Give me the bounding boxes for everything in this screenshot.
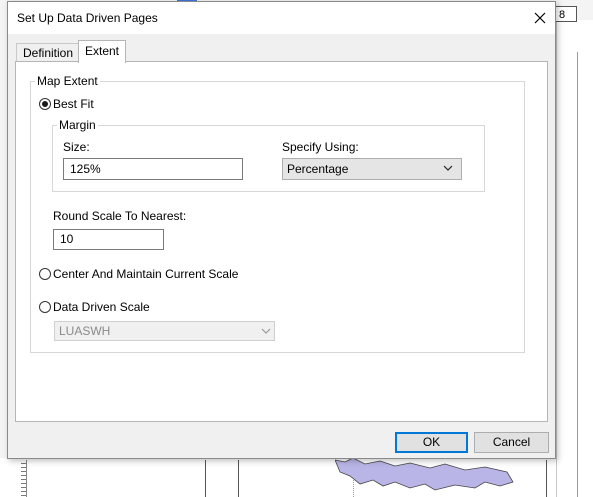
dialog-title: Set Up Data Driven Pages bbox=[17, 11, 158, 25]
specify-using-label: Specify Using: bbox=[282, 140, 359, 154]
size-input[interactable]: 125% bbox=[63, 158, 243, 180]
data-driven-scale-field-dropdown[interactable]: LUASWH bbox=[54, 321, 275, 341]
center-maintain-radio-circle[interactable] bbox=[39, 268, 51, 280]
cancel-button[interactable]: Cancel bbox=[474, 432, 549, 453]
best-fit-radio-circle[interactable] bbox=[39, 98, 51, 110]
chevron-down-icon bbox=[443, 165, 453, 171]
background-guide-line bbox=[205, 460, 206, 497]
ok-button[interactable]: OK bbox=[395, 432, 468, 453]
background-layout-page-edge bbox=[556, 20, 593, 497]
background-guide-line bbox=[238, 460, 239, 497]
radio-selected-dot bbox=[42, 101, 48, 107]
best-fit-label: Best Fit bbox=[53, 97, 94, 111]
close-icon bbox=[534, 12, 546, 24]
setup-data-driven-pages-dialog: Set Up Data Driven Pages Definition Exte… bbox=[7, 1, 556, 459]
specify-using-dropdown[interactable]: Percentage bbox=[282, 158, 462, 180]
center-maintain-scale-radio[interactable]: Center And Maintain Current Scale bbox=[39, 267, 238, 281]
background-frame-line bbox=[577, 52, 578, 497]
specify-using-value: Percentage bbox=[287, 162, 349, 176]
data-driven-scale-radio-circle[interactable] bbox=[39, 301, 51, 313]
dialog-titlebar: Set Up Data Driven Pages bbox=[8, 2, 555, 34]
extent-tab-panel: Map Extent Best Fit Margin Size: 125% Sp… bbox=[15, 61, 548, 422]
background-guide-line bbox=[546, 460, 547, 497]
round-scale-label: Round Scale To Nearest: bbox=[53, 209, 187, 223]
margin-group-label: Margin bbox=[57, 118, 98, 132]
round-scale-input[interactable]: 10 bbox=[53, 229, 164, 250]
background-map-polygon bbox=[335, 458, 514, 491]
map-extent-group-label: Map Extent bbox=[35, 74, 100, 88]
best-fit-radio[interactable]: Best Fit bbox=[39, 97, 94, 111]
data-driven-scale-label: Data Driven Scale bbox=[53, 300, 150, 314]
chevron-down-icon bbox=[261, 328, 271, 334]
close-button[interactable] bbox=[525, 2, 555, 34]
data-driven-scale-field-value: LUASWH bbox=[59, 324, 111, 338]
tab-definition[interactable]: Definition bbox=[16, 43, 81, 63]
background-page-number-box: 8 bbox=[555, 6, 577, 22]
center-maintain-label: Center And Maintain Current Scale bbox=[53, 267, 239, 281]
background-vertical-ruler bbox=[8, 460, 27, 497]
size-label: Size: bbox=[63, 140, 90, 154]
data-driven-scale-radio[interactable]: Data Driven Scale bbox=[39, 300, 150, 314]
tab-extent[interactable]: Extent bbox=[78, 40, 127, 63]
